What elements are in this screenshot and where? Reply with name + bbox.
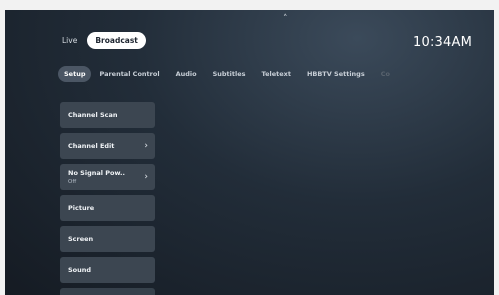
setup-menu-list: Channel Scan Channel Edit › No Signal Po… [60, 102, 155, 295]
tab-subtitles[interactable]: Subtitles [205, 66, 254, 82]
tab-more-truncated[interactable]: Co [373, 66, 398, 82]
menu-item-label: Channel Edit [68, 142, 115, 150]
menu-item-next-partial[interactable] [60, 288, 155, 295]
tab-live[interactable]: Live [58, 32, 81, 49]
source-tabs: Live Broadcast [58, 32, 146, 49]
menu-item-label: No Signal Pow.. [68, 169, 125, 177]
menu-item-label: Picture [68, 204, 95, 212]
tab-hbbtv-settings[interactable]: HBBTV Settings [299, 66, 373, 82]
tab-setup[interactable]: Setup [58, 66, 92, 82]
tv-settings-screen: ˄ Live Broadcast 10:34AM Setup Parental … [5, 10, 494, 295]
menu-item-label: Sound [68, 266, 92, 274]
menu-item-value: Off [68, 179, 77, 185]
menu-item-no-signal-power[interactable]: No Signal Pow.. Off › [60, 164, 155, 190]
tab-parental-control[interactable]: Parental Control [91, 66, 167, 82]
chevron-right-icon: › [144, 172, 148, 182]
menu-item-channel-scan[interactable]: Channel Scan [60, 102, 155, 128]
clock: 10:34AM [413, 35, 472, 50]
settings-category-tabs: Setup Parental Control Audio Subtitles T… [58, 66, 438, 82]
tab-broadcast[interactable]: Broadcast [87, 32, 146, 49]
menu-item-label: Screen [68, 235, 94, 243]
menu-item-sound[interactable]: Sound [60, 257, 155, 283]
chevron-right-icon: › [144, 141, 148, 151]
menu-item-channel-edit[interactable]: Channel Edit › [60, 133, 155, 159]
menu-item-picture[interactable]: Picture [60, 195, 155, 221]
tab-audio[interactable]: Audio [168, 66, 205, 82]
menu-item-label: Channel Scan [68, 111, 118, 119]
tab-teletext[interactable]: Teletext [254, 66, 299, 82]
menu-item-screen[interactable]: Screen [60, 226, 155, 252]
chevron-up-icon[interactable]: ˄ [283, 14, 288, 24]
